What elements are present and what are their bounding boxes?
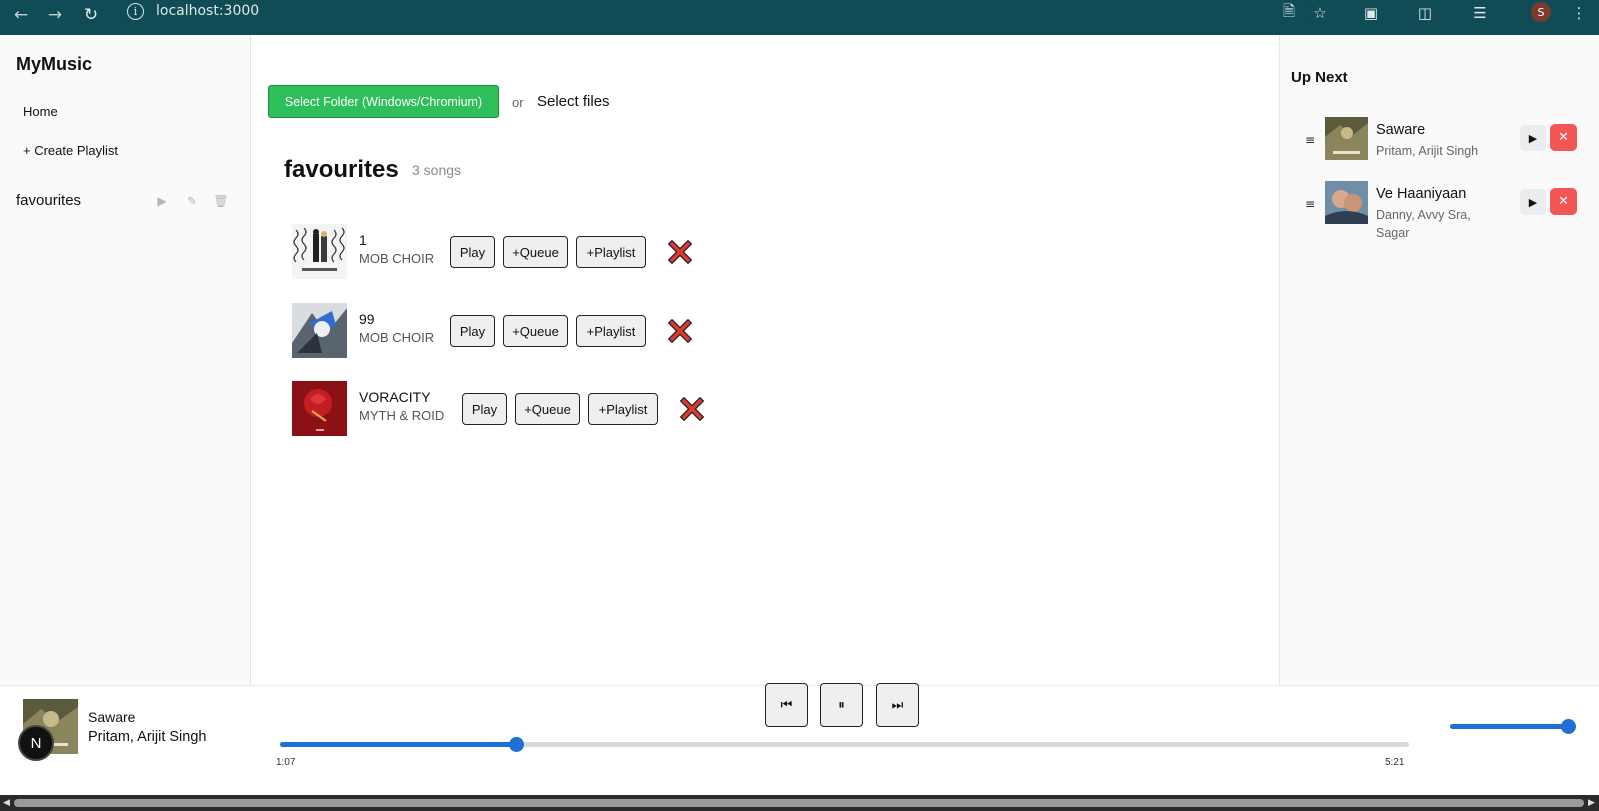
remove-song-icon[interactable]	[667, 318, 693, 344]
rename-playlist-icon[interactable]: ✎	[183, 192, 201, 210]
next-button[interactable]: ⏭	[876, 683, 919, 727]
song-count: 3 songs	[412, 162, 462, 178]
duration-time: 5:21	[1385, 757, 1405, 768]
extensions-icon[interactable]: ▣	[1359, 2, 1383, 24]
queue-item[interactable]: ≡ Ve Haaniyaan Danny, Avvy Sra, Sagar ▶ …	[1280, 181, 1599, 240]
site-info-icon[interactable]: i	[127, 3, 144, 20]
play-button[interactable]: Play	[462, 393, 507, 425]
seek-slider[interactable]	[280, 737, 1409, 752]
page-icon[interactable]: 🗎	[1277, 2, 1301, 24]
nextjs-badge[interactable]: N	[18, 725, 54, 761]
menu-kebab-icon[interactable]: ⋮	[1567, 2, 1591, 24]
search-tabs-icon[interactable]: ◫	[1413, 2, 1437, 24]
album-art	[292, 381, 347, 436]
add-to-playlist-button[interactable]: +Playlist	[576, 236, 646, 268]
back-icon[interactable]: ←	[8, 3, 34, 27]
remove-song-icon[interactable]	[679, 396, 705, 422]
queue-play-button[interactable]: ▶	[1520, 189, 1546, 215]
remove-song-icon[interactable]	[667, 239, 693, 265]
current-time: 1:07	[276, 757, 296, 768]
horizontal-scrollbar[interactable]: ◀ ▶	[0, 795, 1599, 811]
media-controls-icon[interactable]: ☰	[1468, 2, 1492, 24]
sidebar: MyMusic Home + Create Playlist favourite…	[0, 35, 251, 685]
song-artist: MOB CHOIR	[359, 251, 435, 266]
forward-icon[interactable]: →	[42, 3, 68, 27]
add-to-queue-button[interactable]: +Queue	[503, 315, 568, 347]
address-bar[interactable]	[120, 0, 1315, 24]
queue-item-artist: Pritam, Arijit Singh	[1376, 144, 1479, 158]
queue-item-artist: Danny, Avvy Sra, Sagar	[1376, 208, 1471, 240]
album-art	[292, 224, 347, 279]
queue-item-title: Ve Haaniyaan	[1376, 186, 1467, 202]
song-artist: MOB CHOIR	[359, 330, 435, 345]
queue-remove-button[interactable]: ✕	[1550, 124, 1577, 151]
player-bar: N Saware Pritam, Arijit Singh ⏮ ⏸ ⏭ 1:07…	[0, 683, 1599, 795]
sidebar-playlist-name[interactable]: favourites	[16, 192, 81, 209]
page-title: favourites	[284, 156, 399, 183]
main-content: Select Folder (Windows/Chromium) or Sele…	[252, 35, 1279, 685]
now-playing-title: Saware	[88, 709, 136, 725]
bookmark-star-icon[interactable]: ☆	[1308, 2, 1332, 24]
pause-button[interactable]: ⏸	[820, 683, 863, 727]
add-to-queue-button[interactable]: +Queue	[515, 393, 580, 425]
create-playlist-button[interactable]: + Create Playlist	[23, 143, 118, 158]
select-files-input[interactable]: Select files	[537, 93, 610, 110]
seek-progress	[280, 742, 516, 747]
or-label: or	[512, 95, 524, 110]
scroll-left-icon[interactable]: ◀	[3, 798, 10, 808]
song-title: 1	[359, 232, 367, 248]
address-url[interactable]: localhost:3000	[156, 3, 259, 19]
play-button[interactable]: Play	[450, 315, 495, 347]
sidebar-item-home[interactable]: Home	[23, 104, 58, 119]
album-art	[1325, 181, 1368, 224]
sidebar-playlist-favourites[interactable]: favourites ▶ ✎ 🗑	[16, 192, 236, 214]
browser-toolbar: ← → ↻ i localhost:3000 🗎 ☆ ▣ ◫ ☰ S ⋮	[0, 0, 1599, 35]
select-folder-button[interactable]: Select Folder (Windows/Chromium)	[268, 85, 499, 118]
queue-item-title: Saware	[1376, 122, 1426, 138]
album-art	[1325, 117, 1368, 160]
add-to-queue-button[interactable]: +Queue	[503, 236, 568, 268]
add-to-playlist-button[interactable]: +Playlist	[588, 393, 658, 425]
scrollbar-thumb[interactable]	[14, 799, 1584, 807]
volume-level	[1450, 724, 1568, 729]
play-playlist-icon[interactable]: ▶	[153, 192, 171, 210]
up-next-title: Up Next	[1291, 69, 1348, 86]
drag-handle-icon[interactable]: ≡	[1305, 133, 1315, 147]
song-artist: MYTH & ROID	[359, 408, 445, 423]
play-button[interactable]: Play	[450, 236, 495, 268]
profile-avatar[interactable]: S	[1531, 2, 1551, 22]
drag-handle-icon[interactable]: ≡	[1305, 197, 1315, 211]
volume-slider[interactable]	[1450, 719, 1576, 734]
queue-item[interactable]: ≡ Saware Pritam, Arijit Singh ▶ ✕	[1280, 117, 1599, 167]
app-brand: MyMusic	[16, 54, 93, 74]
up-next-panel: Up Next ≡ Saware Pritam, Arijit Singh ▶ …	[1279, 35, 1599, 685]
add-to-playlist-button[interactable]: +Playlist	[576, 315, 646, 347]
queue-remove-button[interactable]: ✕	[1550, 188, 1577, 215]
reload-icon[interactable]: ↻	[78, 3, 104, 27]
seek-thumb[interactable]	[508, 737, 524, 752]
delete-playlist-icon[interactable]: 🗑	[212, 192, 230, 210]
song-title: VORACITY	[359, 389, 431, 405]
previous-button[interactable]: ⏮	[765, 683, 808, 727]
queue-play-button[interactable]: ▶	[1520, 125, 1546, 151]
scroll-right-icon[interactable]: ▶	[1588, 798, 1595, 808]
album-art	[292, 303, 347, 358]
now-playing-artist: Pritam, Arijit Singh	[88, 729, 207, 745]
volume-thumb[interactable]	[1561, 719, 1576, 734]
song-title: 99	[359, 311, 375, 327]
